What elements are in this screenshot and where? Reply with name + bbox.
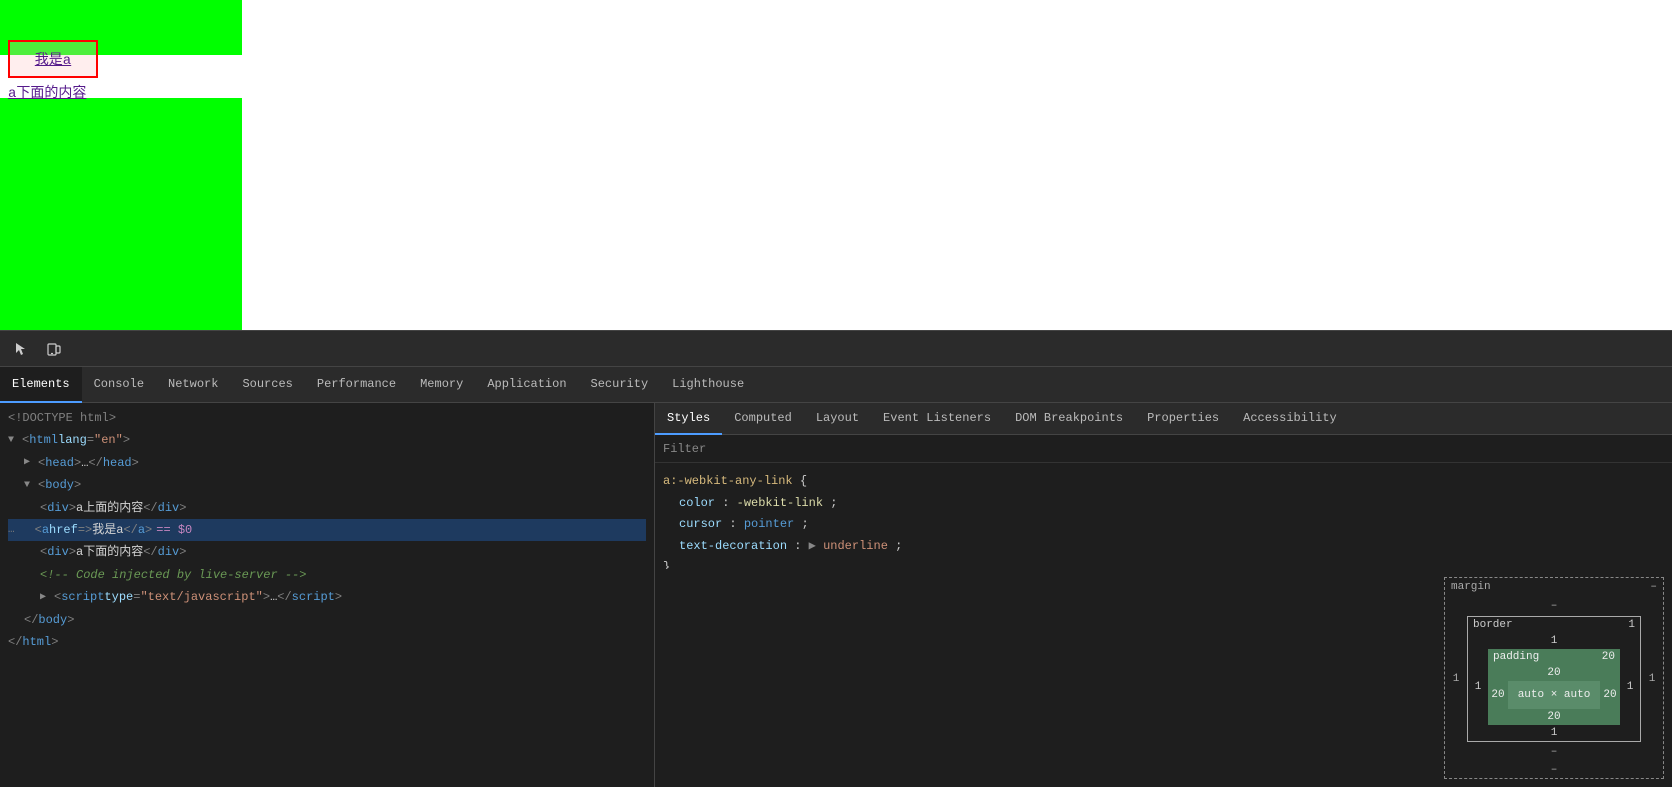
devtools-content: <!DOCTYPE html> ▼ <html lang="en" > ▶ <h… (0, 403, 1672, 787)
tab-styles[interactable]: Styles (655, 403, 722, 435)
dom-line: </html> (8, 631, 646, 653)
filter-label: Filter (663, 442, 706, 456)
css-property-color: color (679, 496, 715, 510)
text-below: a下面的内容 (8, 82, 86, 102)
border-val: 1 (1628, 619, 1635, 631)
link-text: 我是a (35, 49, 71, 69)
dom-line[interactable]: ▶ <script type="text/javascript" > … </s… (8, 586, 646, 608)
dom-panel[interactable]: <!DOCTYPE html> ▼ <html lang="en" > ▶ <h… (0, 403, 655, 787)
devtools-panel: Elements Console Network Sources Perform… (0, 330, 1672, 787)
border-left: 1 (1468, 649, 1488, 725)
padding-box: padding 20 20 20 auto (1488, 649, 1620, 725)
border-top: 1 (1468, 633, 1640, 649)
tab-layout[interactable]: Layout (804, 403, 871, 435)
border-bottom: 1 (1468, 725, 1640, 741)
dom-line-selected[interactable]: … <a href= > 我是a </a> == $0 (8, 519, 646, 541)
css-property-text-decoration: text-decoration (679, 539, 787, 553)
tab-computed[interactable]: Computed (722, 403, 804, 435)
margin-bottom: – (1445, 742, 1663, 762)
tab-console[interactable]: Console (82, 367, 156, 403)
padding-right: 20 (1600, 681, 1620, 709)
tab-sources[interactable]: Sources (230, 367, 304, 403)
styles-sub-tabs: Styles Computed Layout Event Listeners D… (655, 403, 1672, 435)
tab-properties[interactable]: Properties (1135, 403, 1231, 435)
border-label: border (1473, 619, 1513, 631)
css-value-text-decoration: underline (823, 539, 888, 553)
border-right: 1 (1620, 649, 1640, 725)
styles-panel: Styles Computed Layout Event Listeners D… (655, 403, 1672, 787)
box-model: margin – – 1 border 1 (1444, 577, 1664, 779)
green-block-bottom (0, 98, 242, 330)
devtools-tabs: Elements Console Network Sources Perform… (0, 367, 1672, 403)
devtools-toolbar (0, 331, 1672, 367)
padding-label: padding (1493, 651, 1539, 663)
dom-line[interactable]: ▶ <head> … </head> (8, 452, 646, 474)
box-bottom-dash: – (1445, 762, 1663, 778)
tab-performance[interactable]: Performance (305, 367, 408, 403)
dom-line[interactable]: ▼ <html lang="en" > (8, 429, 646, 451)
padding-left: 20 (1488, 681, 1508, 709)
tab-accessibility[interactable]: Accessibility (1231, 403, 1349, 435)
cursor-icon[interactable] (8, 335, 36, 363)
dom-line[interactable]: <div> a下面的内容 </div> (8, 541, 646, 563)
tab-memory[interactable]: Memory (408, 367, 475, 403)
filter-bar: Filter (655, 435, 1672, 463)
link-element[interactable]: 我是a (8, 40, 98, 78)
dom-line: <!DOCTYPE html> (8, 407, 646, 429)
border-mid: 1 padding 20 20 (1468, 649, 1640, 725)
css-property-cursor: cursor (679, 517, 722, 531)
margin-right: 1 (1641, 616, 1663, 742)
preview-area: 我是a a下面的内容 (0, 0, 1672, 330)
css-selector: a:-webkit-any-link (663, 474, 793, 488)
margin-dash: – (1650, 581, 1657, 593)
margin-top: – (1445, 596, 1663, 616)
padding-bottom: 20 (1488, 709, 1620, 725)
tab-elements[interactable]: Elements (0, 367, 82, 403)
dom-line[interactable]: ▼ <body> (8, 474, 646, 496)
tab-event-listeners[interactable]: Event Listeners (871, 403, 1003, 435)
margin-left: 1 (1445, 616, 1467, 742)
css-value-color: -webkit-link (737, 496, 823, 510)
tab-dom-breakpoints[interactable]: DOM Breakpoints (1003, 403, 1135, 435)
tab-security[interactable]: Security (579, 367, 661, 403)
tab-lighthouse[interactable]: Lighthouse (660, 367, 756, 403)
device-icon[interactable] (40, 335, 68, 363)
margin-mid: 1 border 1 1 1 (1445, 616, 1663, 742)
css-value-cursor: pointer (744, 517, 794, 531)
tab-network[interactable]: Network (156, 367, 230, 403)
styles-content: a:-webkit-any-link { color : -webkit-lin… (655, 463, 1672, 569)
margin-label: margin (1451, 581, 1491, 593)
box-model-area: margin – – 1 border 1 (655, 569, 1672, 787)
padding-val: 20 (1602, 651, 1615, 663)
padding-mid: 20 auto × auto 20 (1488, 681, 1620, 709)
padding-top: 20 (1488, 665, 1620, 681)
dom-line[interactable]: <div> a上面的内容 </div> (8, 497, 646, 519)
tab-application[interactable]: Application (475, 367, 578, 403)
dom-line[interactable]: </body> (8, 609, 646, 631)
border-box: border 1 1 1 (1467, 616, 1641, 742)
css-rule: a:-webkit-any-link { color : -webkit-lin… (663, 471, 1664, 569)
content-box: auto × auto (1508, 681, 1600, 709)
dom-line: <!-- Code injected by live-server --> (8, 564, 646, 586)
